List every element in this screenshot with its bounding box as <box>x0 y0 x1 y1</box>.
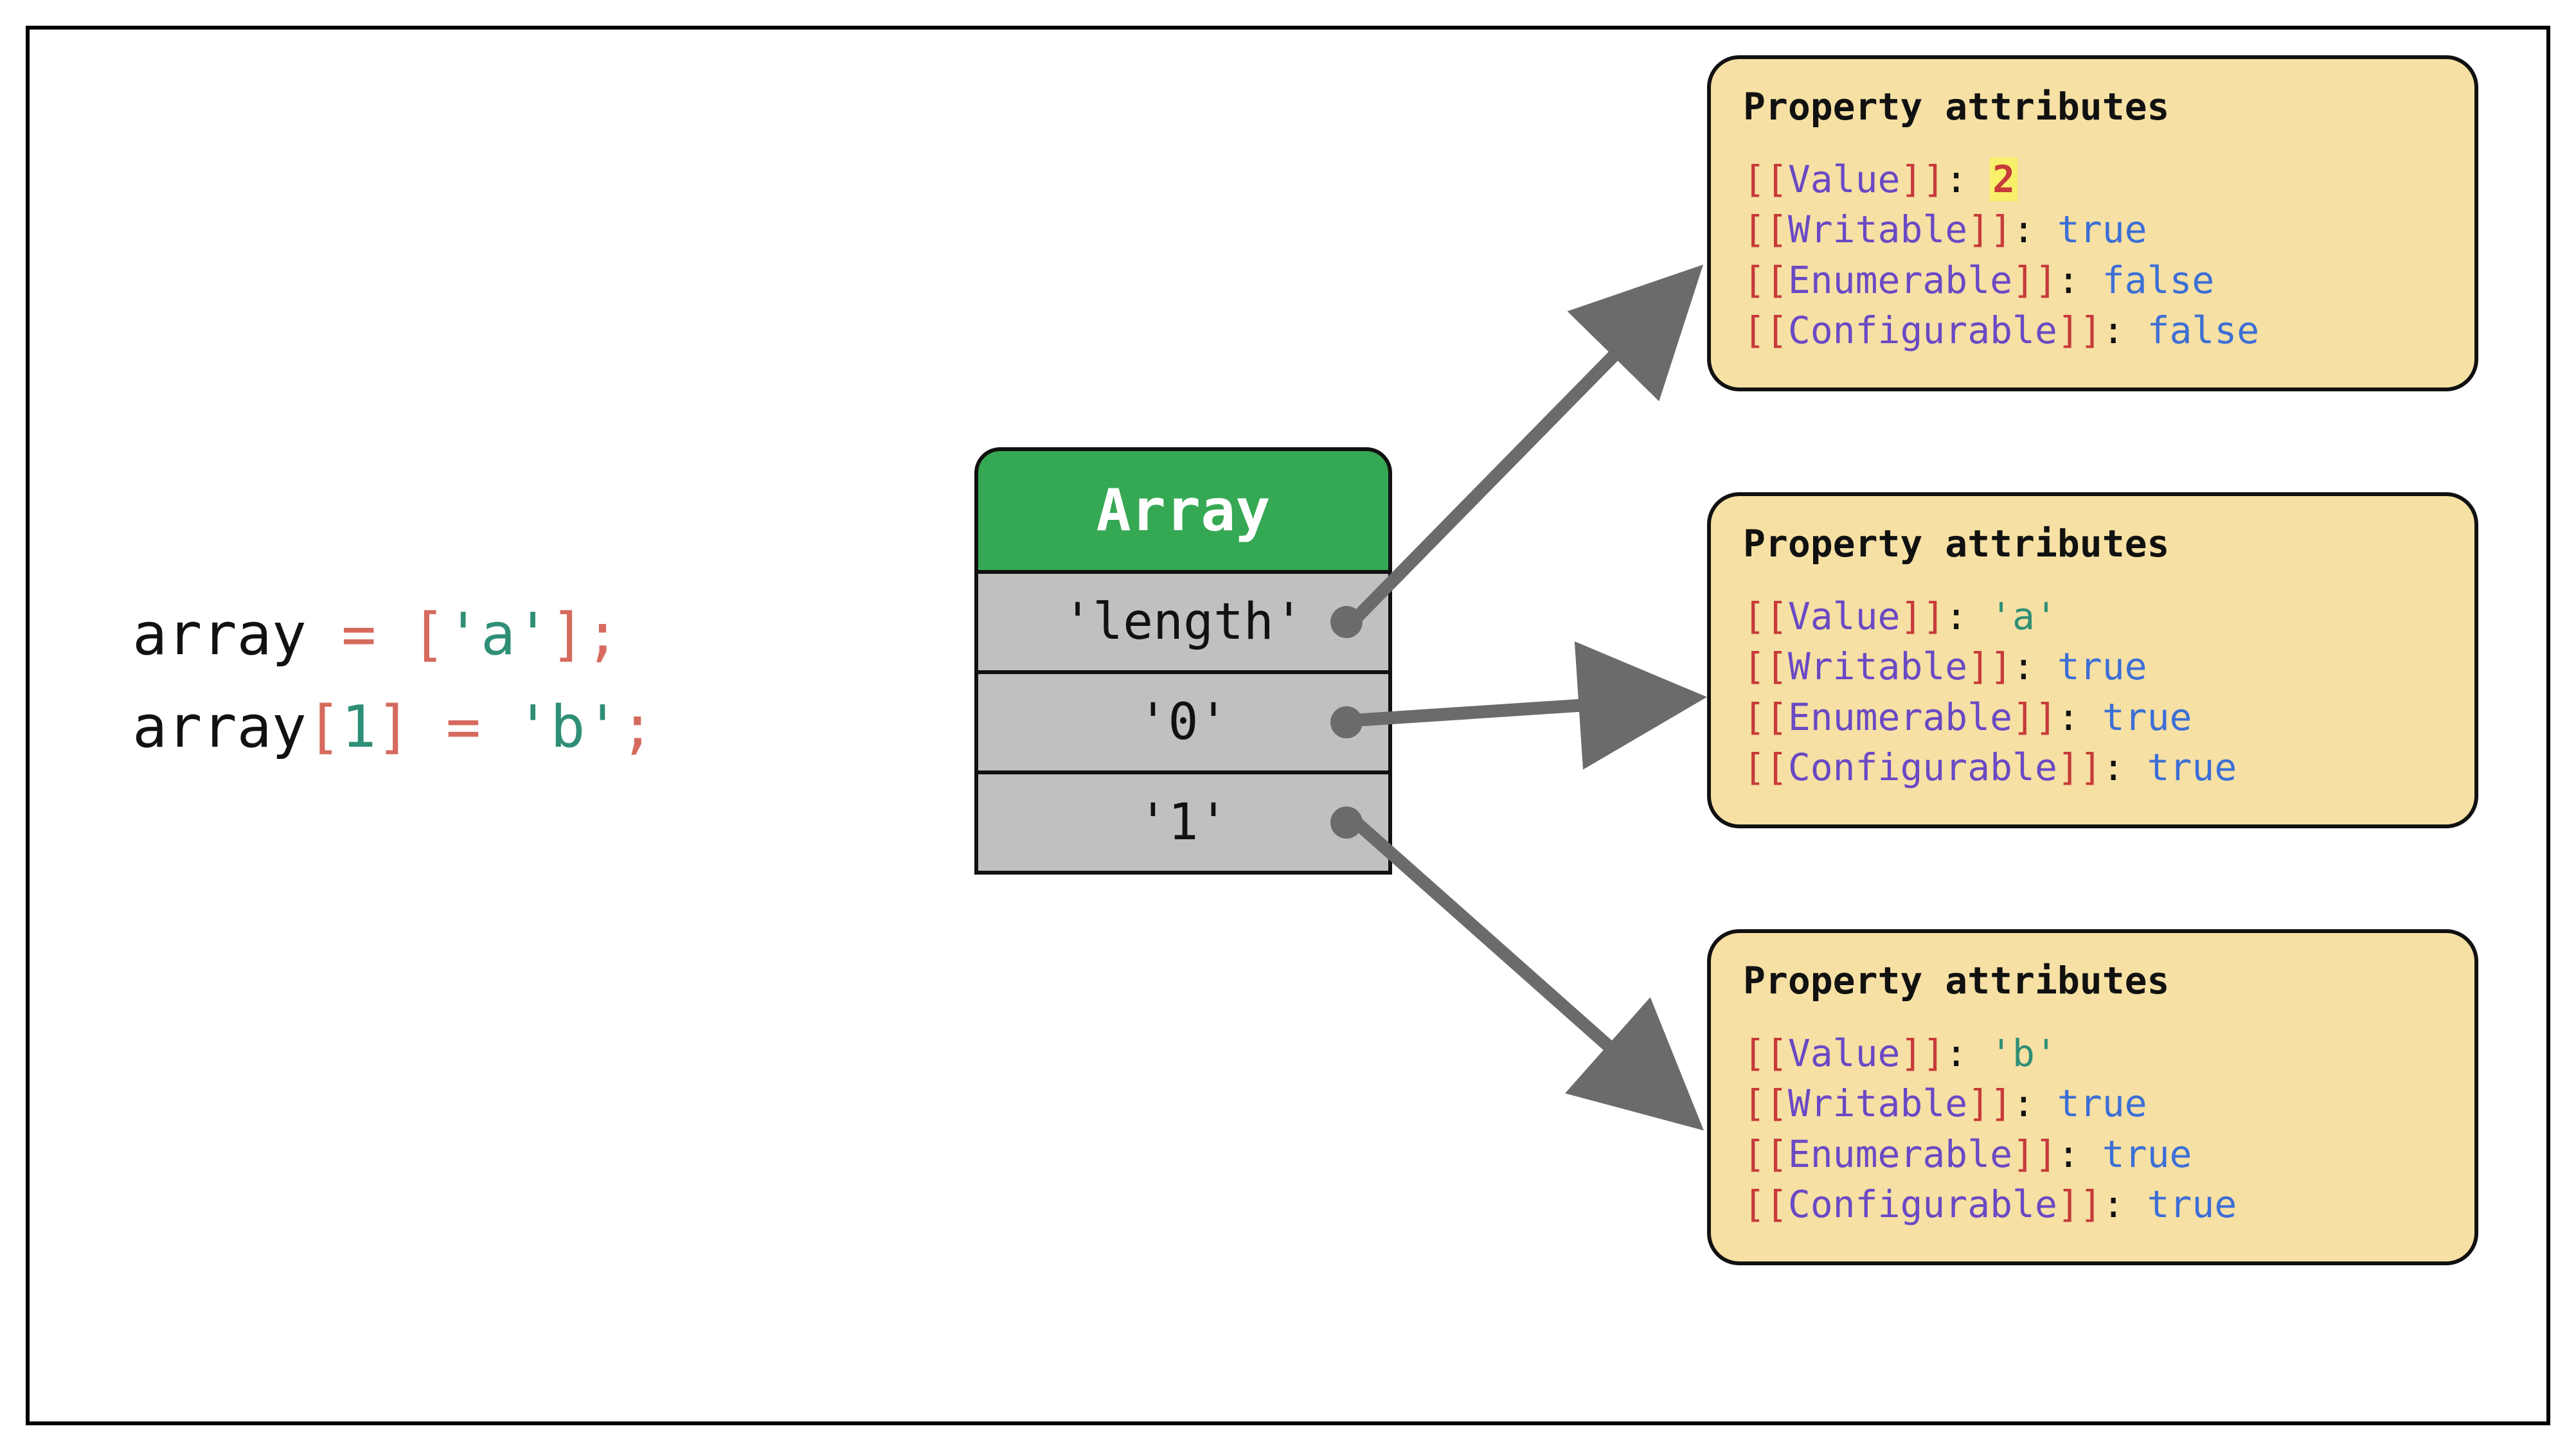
property-line: [[Writable]]: true <box>1743 641 2442 691</box>
property-lines: [[Value]]: 2[[Writable]]: true[[Enumerab… <box>1743 154 2442 355</box>
connector-dot <box>1330 806 1363 839</box>
code-token: ]; <box>550 601 620 668</box>
array-box: Array 'length' '0' '1' <box>974 447 1392 875</box>
code-token: = [ <box>341 601 446 668</box>
code-token: ] <box>376 693 445 761</box>
connector-dot <box>1330 706 1363 738</box>
code-token: array <box>132 601 341 668</box>
array-cell-label: 'length' <box>1062 593 1304 651</box>
array-cell-label: '0' <box>1138 693 1229 751</box>
array-cells: 'length' '0' '1' <box>974 574 1392 875</box>
property-line: [[Value]]: 'a' <box>1743 591 2442 641</box>
property-card-title: Property attributes <box>1743 959 2442 1002</box>
code-line-2: array[1] = 'b'; <box>132 681 655 774</box>
array-header: Array <box>974 447 1392 574</box>
code-line-1: array = ['a']; <box>132 589 655 681</box>
property-line: [[Configurable]]: true <box>1743 1179 2442 1229</box>
code-token: 1 <box>341 693 376 761</box>
array-cell-label: '1' <box>1138 794 1229 851</box>
property-line: [[Configurable]]: true <box>1743 742 2442 792</box>
property-card-title: Property attributes <box>1743 85 2442 129</box>
property-card-length: Property attributes [[Value]]: 2[[Writab… <box>1707 55 2478 391</box>
property-line: [[Enumerable]]: false <box>1743 255 2442 305</box>
code-token: array <box>132 693 307 761</box>
property-line: [[Configurable]]: false <box>1743 305 2442 355</box>
property-line: [[Value]]: 'b' <box>1743 1028 2442 1078</box>
code-block: array = ['a']; array[1] = 'b'; <box>132 589 655 774</box>
property-card-1: Property attributes [[Value]]: 'b'[[Writ… <box>1707 929 2478 1265</box>
property-card-title: Property attributes <box>1743 522 2442 565</box>
code-token: ; <box>620 693 655 761</box>
diagram-frame: array = ['a']; array[1] = 'b'; Array 'le… <box>26 26 2550 1425</box>
array-cell-0: '0' <box>978 670 1388 770</box>
property-lines: [[Value]]: 'b'[[Writable]]: true[[Enumer… <box>1743 1028 2442 1229</box>
code-token: 'b' <box>515 693 620 761</box>
property-line: [[Writable]]: true <box>1743 204 2442 254</box>
code-token: = <box>446 693 515 761</box>
connector-dot <box>1330 606 1363 638</box>
array-cell-1: '1' <box>978 770 1388 871</box>
property-lines: [[Value]]: 'a'[[Writable]]: true[[Enumer… <box>1743 591 2442 792</box>
code-token: 'a' <box>446 601 551 668</box>
property-line: [[Enumerable]]: true <box>1743 1129 2442 1179</box>
property-card-0: Property attributes [[Value]]: 'a'[[Writ… <box>1707 492 2478 828</box>
property-line: [[Enumerable]]: true <box>1743 692 2442 742</box>
property-line: [[Value]]: 2 <box>1743 154 2442 204</box>
array-cell-length: 'length' <box>978 574 1388 670</box>
property-line: [[Writable]]: true <box>1743 1078 2442 1128</box>
code-token: [ <box>307 693 341 761</box>
